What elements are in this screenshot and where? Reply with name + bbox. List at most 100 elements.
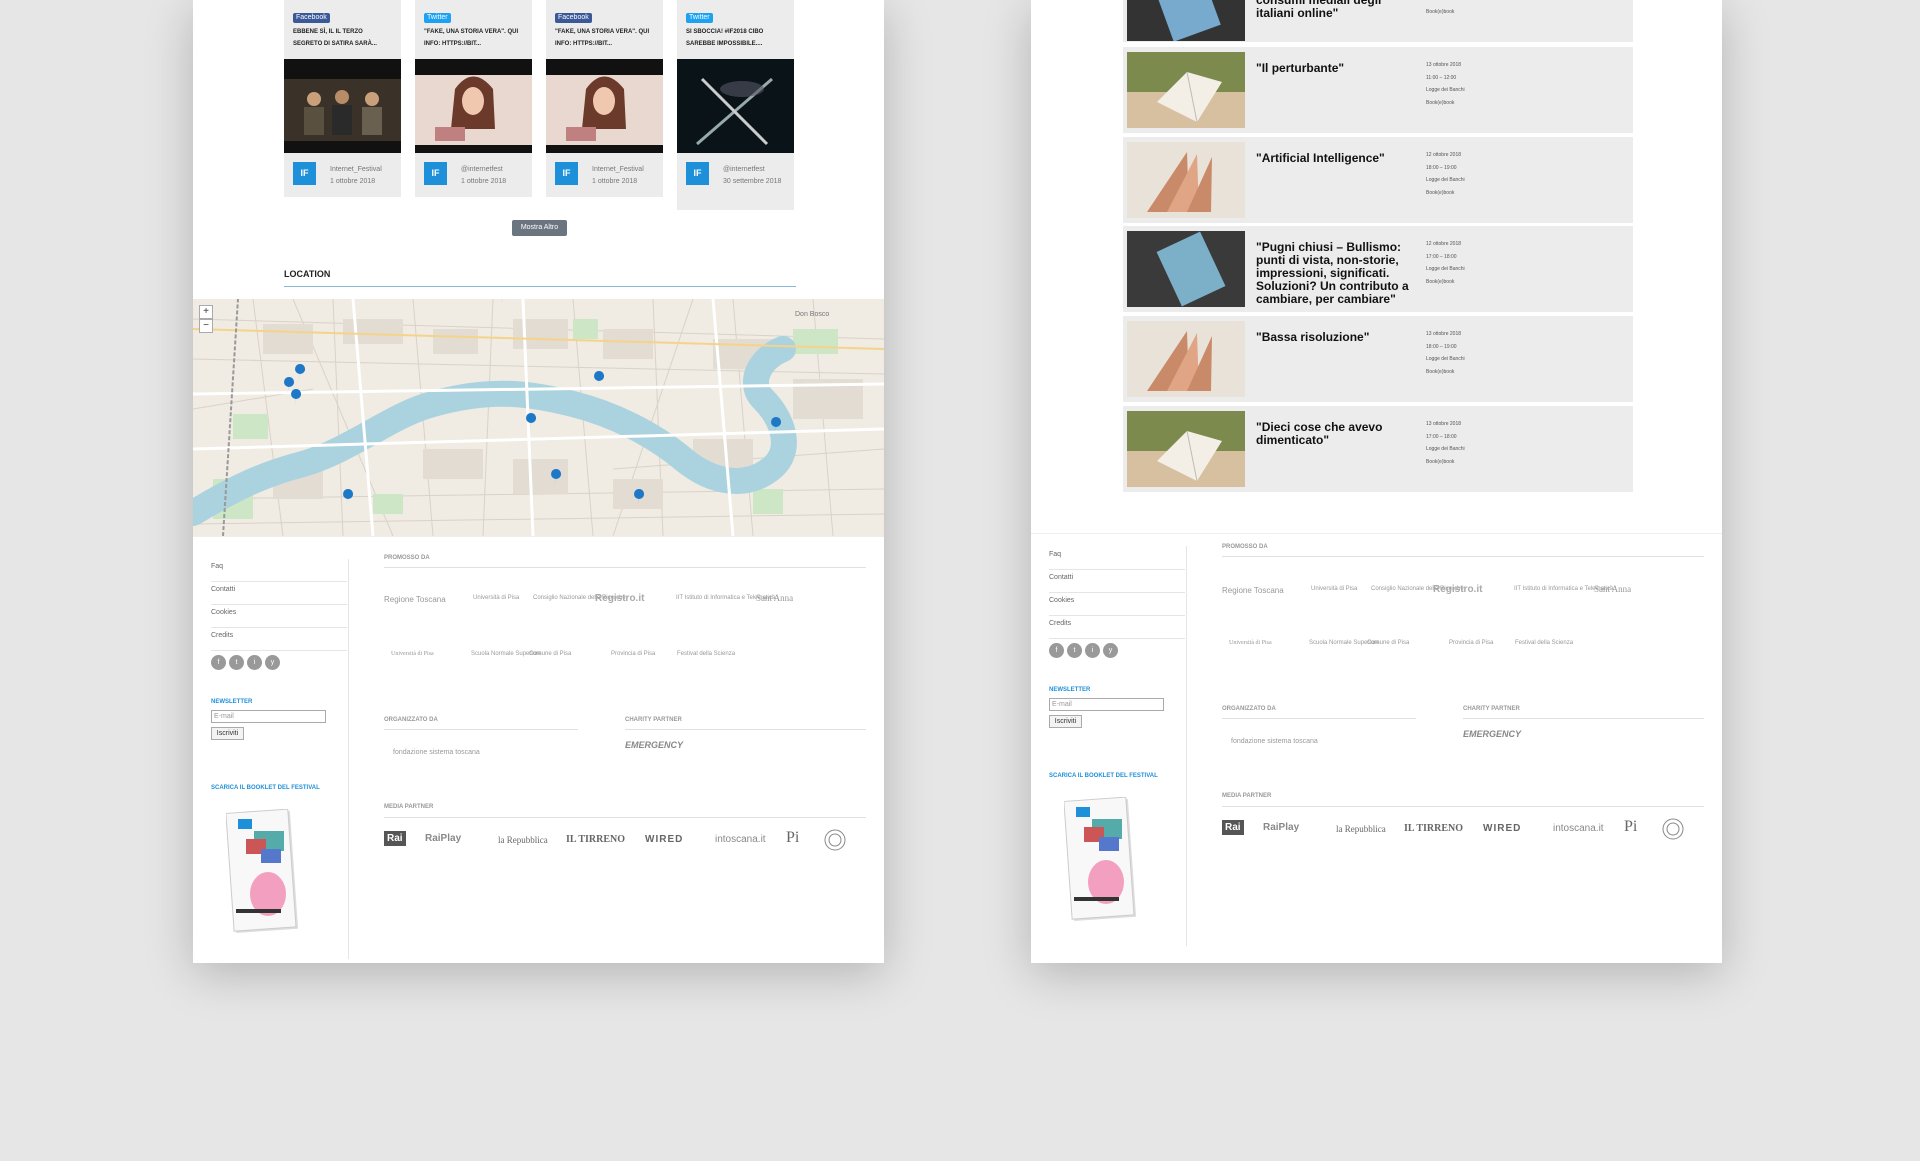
- card-user: @internetfest: [723, 166, 765, 173]
- instagram-icon[interactable]: i: [247, 655, 262, 670]
- event-place: Logge dei Banchi: [1426, 87, 1465, 93]
- event-time: 18:00 – 19:00: [1426, 164, 1457, 171]
- event-image: [1127, 0, 1245, 41]
- raiplay-logo: RaiPlay: [425, 833, 462, 844]
- tirreno-logo: IL TIRRENO: [566, 834, 626, 845]
- charity-heading: CHARITY PARTNER: [625, 717, 682, 723]
- universita-pisa-logo: Università di Pisa: [1311, 586, 1358, 592]
- booklet-heading: SCARICA IL BOOKLET DEL FESTIVAL: [211, 785, 320, 791]
- newsletter-subscribe-button[interactable]: Iscriviti: [211, 727, 244, 740]
- event-date: 13 ottobre 2018: [1426, 421, 1462, 427]
- zoom-out-button[interactable]: −: [199, 319, 213, 333]
- location-map[interactable]: Don Bosco + −: [193, 299, 884, 536]
- footer-link-faq[interactable]: Faq: [1049, 547, 1185, 570]
- event-time: 11:00 – 12:00: [1426, 74, 1457, 81]
- event-date: 12 ottobre 2018: [1426, 241, 1462, 247]
- event-image: [1127, 321, 1245, 397]
- santanna-logo: Sant'Anna: [756, 593, 794, 603]
- emergency-logo: EMERGENCY: [625, 740, 684, 750]
- card-user: Internet_Festival: [592, 166, 644, 173]
- event-place: Logge dei Banchi: [1426, 177, 1465, 183]
- card-image: [677, 59, 794, 153]
- footer-link-contatti[interactable]: Contatti: [1049, 570, 1185, 593]
- network-tag: Facebook: [555, 13, 592, 23]
- event-item[interactable]: "Bassa risoluzione" 13 ottobre 2018 18:00…: [1123, 316, 1633, 402]
- card-title: SI SBOCCIA! #IF2018 CIBO SAREBBE IMPOSSI…: [686, 29, 764, 47]
- event-meta: 13 ottobre 2018 18:00 – 19:00 Logge dei Ba…: [1426, 328, 1465, 378]
- comune-pisa-logo: Comune di Pisa: [1367, 640, 1410, 646]
- social-card[interactable]: Facebook "FAKE, UNA STORIA VERA". QUI IN…: [546, 0, 663, 197]
- map-label: Don Bosco: [795, 311, 829, 318]
- promoted-heading: PROMOSSO DA: [384, 555, 430, 561]
- event-date: 13 ottobre 2018: [1426, 331, 1462, 337]
- event-org: Book(e)book: [1426, 458, 1455, 465]
- event-meta: 12 ottobre 2018 17:00 – 18:00 Logge dei Ba…: [1426, 238, 1465, 288]
- if-logo-icon: IF: [293, 162, 316, 185]
- card-meta: @internetfest 1 ottobre 2018: [461, 164, 506, 188]
- repubblica-logo: la Repubblica: [498, 835, 548, 845]
- event-item[interactable]: "Dieci cose che avevo dimenticato" 13 ot…: [1123, 406, 1633, 492]
- footer-link-faq[interactable]: Faq: [211, 559, 347, 582]
- organized-divider: [1222, 718, 1416, 719]
- event-image: [1127, 411, 1245, 487]
- social-card[interactable]: Facebook EBBENE SÌ, IL IL TERZO SEGRETO …: [284, 0, 401, 197]
- newsletter-subscribe-button[interactable]: Iscriviti: [1049, 715, 1082, 728]
- footer-link-credits[interactable]: Credits: [211, 628, 347, 651]
- event-org: Book(e)book: [1426, 9, 1455, 15]
- universita-pisa-logo-2: Università di Pisa: [391, 651, 434, 657]
- newsletter-email-input[interactable]: E-mail: [1049, 698, 1164, 711]
- event-image: [1127, 142, 1245, 218]
- show-more-button[interactable]: Mostra Altro: [512, 220, 567, 236]
- twitter-icon[interactable]: t: [1067, 643, 1082, 658]
- network-tag: Facebook: [293, 13, 330, 23]
- fondazione-logo: fondazione sistema toscana: [393, 749, 480, 756]
- youtube-icon[interactable]: y: [265, 655, 280, 670]
- pi-logo: Pi: [786, 829, 800, 846]
- event-item[interactable]: "Artificial Intelligence" 12 ottobre 201…: [1123, 137, 1633, 223]
- booklet-cover-image[interactable]: [1064, 797, 1139, 922]
- event-org: Book(e)book: [1426, 99, 1455, 106]
- youtube-icon[interactable]: y: [1103, 643, 1118, 658]
- instagram-icon[interactable]: i: [1085, 643, 1100, 658]
- tirreno-logo: IL TIRRENO: [1404, 823, 1464, 834]
- location-heading: LOCATION: [284, 269, 331, 279]
- event-org: Book(e)book: [1426, 189, 1455, 196]
- registro-it-logo: Registro.it: [1433, 584, 1483, 595]
- charity-divider: [1463, 718, 1704, 719]
- right-page-mockup: consumi mediali degli italiani online" B…: [1031, 0, 1722, 963]
- facebook-icon[interactable]: f: [211, 655, 226, 670]
- footer-link-cookies[interactable]: Cookies: [211, 605, 347, 628]
- event-place: Logge dei Banchi: [1426, 446, 1465, 452]
- event-item[interactable]: "Pugni chiusi – Bullismo: punti di vista…: [1123, 226, 1633, 312]
- social-card[interactable]: Twitter SI SBOCCIA! #IF2018 CIBO SAREBBE…: [677, 0, 794, 210]
- map-canvas[interactable]: Don Bosco: [193, 299, 884, 536]
- regione-toscana-logo: Regione Toscana: [384, 595, 446, 604]
- rai-logo: Rai: [1222, 820, 1244, 835]
- social-card[interactable]: Twitter "FAKE, UNA STORIA VERA". QUI INF…: [415, 0, 532, 197]
- newsletter-email-input[interactable]: E-mail: [211, 710, 326, 723]
- registro-it-logo: Registro.it: [595, 593, 645, 604]
- event-item[interactable]: consumi mediali degli italiani online" B…: [1123, 0, 1633, 42]
- footer-link-contatti[interactable]: Contatti: [211, 582, 347, 605]
- footer-link-cookies[interactable]: Cookies: [1049, 593, 1185, 616]
- wired-logo: WIRED: [1483, 823, 1522, 834]
- event-time: 17:00 – 18:00: [1426, 253, 1457, 260]
- booklet-cover-image[interactable]: [226, 809, 301, 934]
- event-date: 12 ottobre 2018: [1426, 152, 1462, 158]
- zoom-in-button[interactable]: +: [199, 305, 213, 319]
- festival-scienza-logo: Festival della Scienza: [677, 651, 736, 657]
- seal-logo-icon: [1662, 818, 1684, 840]
- raiplay-logo: RaiPlay: [1263, 822, 1300, 833]
- media-divider: [1222, 806, 1704, 807]
- card-meta: Internet_Festival 1 ottobre 2018: [330, 164, 382, 188]
- event-title: "Bassa risoluzione": [1256, 330, 1370, 344]
- footer-link-credits[interactable]: Credits: [1049, 616, 1185, 639]
- location-divider: [284, 286, 796, 287]
- twitter-icon[interactable]: t: [229, 655, 244, 670]
- card-date: 30 settembre 2018: [723, 178, 782, 185]
- event-item[interactable]: "Il perturbante" 13 ottobre 2018 11:00 – …: [1123, 47, 1633, 133]
- event-title: consumi mediali degli italiani online": [1256, 0, 1382, 20]
- facebook-icon[interactable]: f: [1049, 643, 1064, 658]
- promoted-heading: PROMOSSO DA: [1222, 544, 1268, 550]
- card-title: EBBENE SÌ, IL IL TERZO SEGRETO DI SATIRA…: [293, 29, 377, 47]
